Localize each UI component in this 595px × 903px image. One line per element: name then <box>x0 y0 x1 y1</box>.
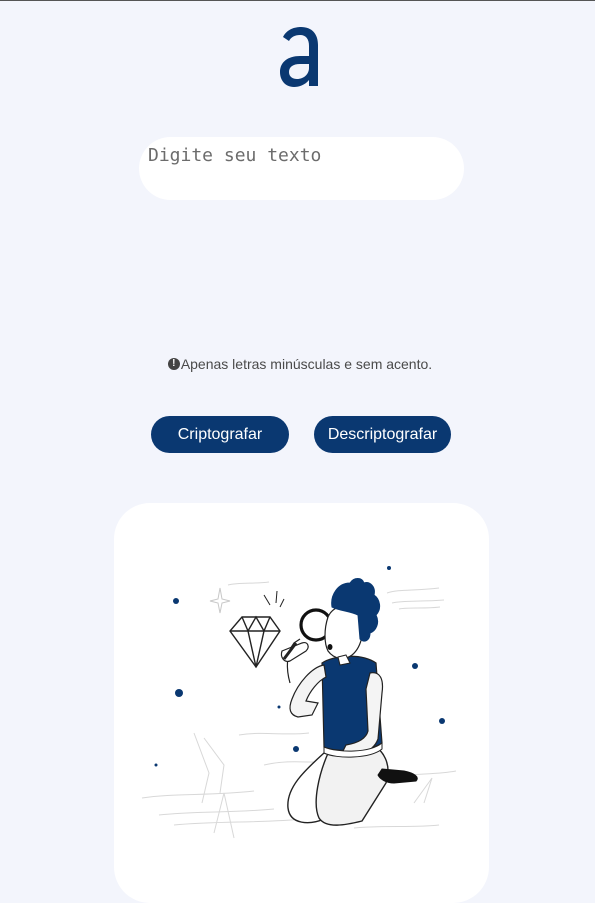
text-input-container <box>139 137 464 200</box>
sparkle-icon <box>209 587 231 614</box>
hint-text: Apenas letras minúsculas e sem acento. <box>180 356 433 372</box>
hint-message: ! Apenas letras minúsculas e sem acento. <box>0 356 595 372</box>
logo-icon <box>280 27 318 87</box>
output-panel <box>114 503 489 903</box>
exclamation-circle-icon: ! <box>167 358 180 370</box>
person-magnifier-illustration <box>141 566 457 839</box>
decrypt-button[interactable]: Descriptografar <box>314 416 451 453</box>
encrypt-button[interactable]: Criptografar <box>151 416 289 453</box>
diamond-icon <box>229 615 281 669</box>
text-input[interactable] <box>148 145 448 189</box>
